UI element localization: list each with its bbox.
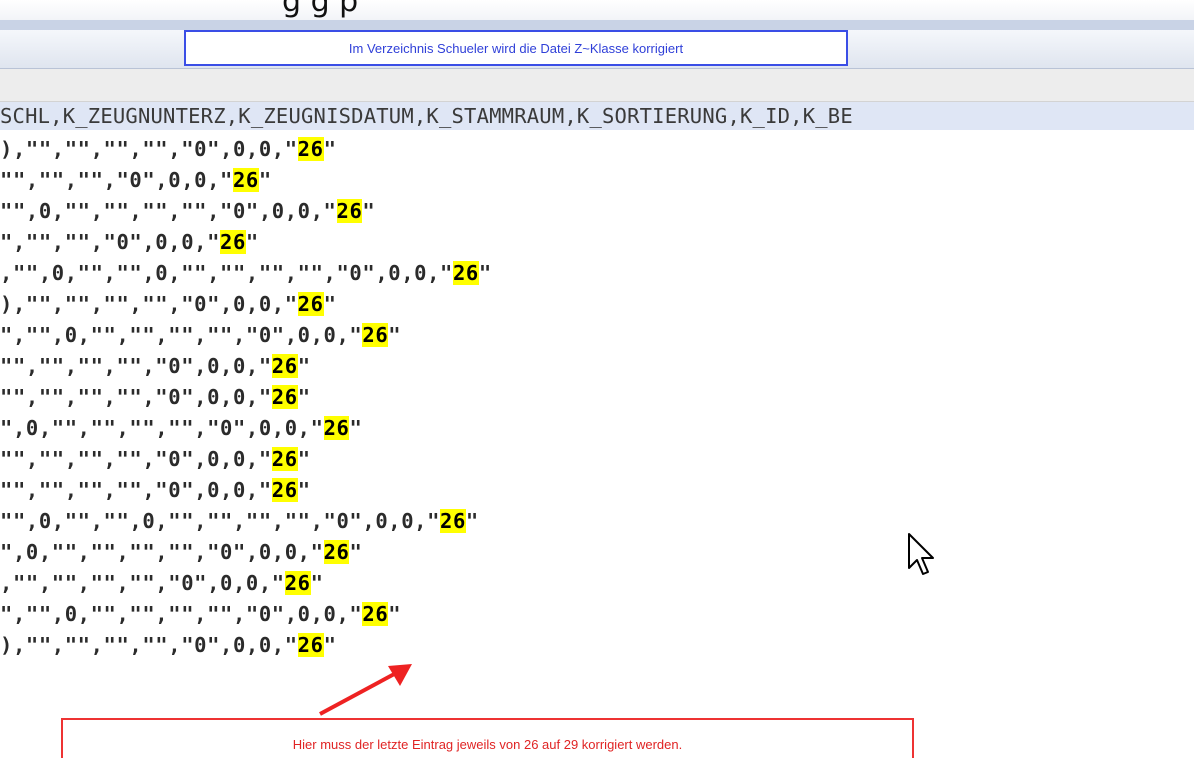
- text-editor[interactable]: SCHL,K_ZEUGNUNTERZ,K_ZEUGNISDATUM,K_STAM…: [0, 102, 1194, 758]
- title-strip: g g p: [0, 0, 1194, 20]
- title-fragment: g g p: [282, 0, 359, 19]
- csv-line: ,"","","","","0",0,0,"26": [0, 571, 324, 595]
- value-highlight: 26: [271, 385, 298, 409]
- value-highlight: 26: [232, 168, 259, 192]
- value-highlight: 26: [362, 602, 389, 626]
- csv-line: "","","","0",0,0,"26": [0, 168, 272, 192]
- csv-line: ","","","0",0,0,"26": [0, 230, 259, 254]
- csv-line: "","","","","0",0,0,"26": [0, 354, 311, 378]
- csv-line: ,"",0,"","",0,"","","","","0",0,0,"26": [0, 261, 492, 285]
- value-highlight: 26: [362, 323, 389, 347]
- csv-line: ","",0,"","","","","0",0,0,"26": [0, 602, 402, 626]
- csv-line: ","",0,"","","","","0",0,0,"26": [0, 323, 402, 347]
- csv-line: "","","","","0",0,0,"26": [0, 447, 311, 471]
- csv-line: "","","","","0",0,0,"26": [0, 385, 311, 409]
- csv-line: ",0,"","","","","0",0,0,"26": [0, 416, 363, 440]
- value-highlight: 26: [297, 137, 324, 161]
- mouse-pointer-icon: [908, 533, 934, 575]
- csv-line: ),"","","","","0",0,0,"26": [0, 633, 337, 657]
- toolbar-callout-text: Im Verzeichnis Schueler wird die Datei Z…: [348, 40, 684, 56]
- annotation-callout: Hier muss der letzte Eintrag jeweils von…: [61, 718, 914, 758]
- value-highlight: 26: [452, 261, 479, 285]
- value-highlight: 26: [323, 416, 350, 440]
- value-highlight: 26: [220, 230, 246, 254]
- csv-line: ),"","","","","0",0,0,"26": [0, 292, 337, 316]
- value-highlight: 26: [336, 199, 363, 223]
- csv-line: ",0,"","","","","0",0,0,"26": [0, 540, 363, 564]
- csv-line: "","","","","0",0,0,"26": [0, 478, 311, 502]
- csv-line: "",0,"","",0,"","","","","0",0,0,"26": [0, 509, 479, 533]
- csv-line: ),"","","","","0",0,0,"26": [0, 137, 337, 161]
- csv-header-line: SCHL,K_ZEUGNUNTERZ,K_ZEUGNISDATUM,K_STAM…: [0, 102, 1194, 130]
- value-highlight: 26: [271, 447, 298, 471]
- screenshot: g g p Im Verzeichnis Schueler wird die D…: [0, 0, 1194, 758]
- csv-line: "",0,"","","","","0",0,0,"26": [0, 199, 376, 223]
- annotation-text: Hier muss der letzte Eintrag jeweils von…: [292, 737, 683, 752]
- toolbar-secondary: [0, 69, 1194, 102]
- toolbar-callout: Im Verzeichnis Schueler wird die Datei Z…: [184, 30, 848, 66]
- value-highlight: 26: [323, 540, 350, 564]
- value-highlight: 26: [297, 292, 324, 316]
- value-highlight: 26: [271, 354, 298, 378]
- value-highlight: 26: [271, 478, 298, 502]
- window-band: [0, 20, 1194, 30]
- value-highlight: 26: [284, 571, 311, 595]
- red-arrow-icon: [319, 664, 412, 716]
- value-highlight: 26: [440, 509, 466, 533]
